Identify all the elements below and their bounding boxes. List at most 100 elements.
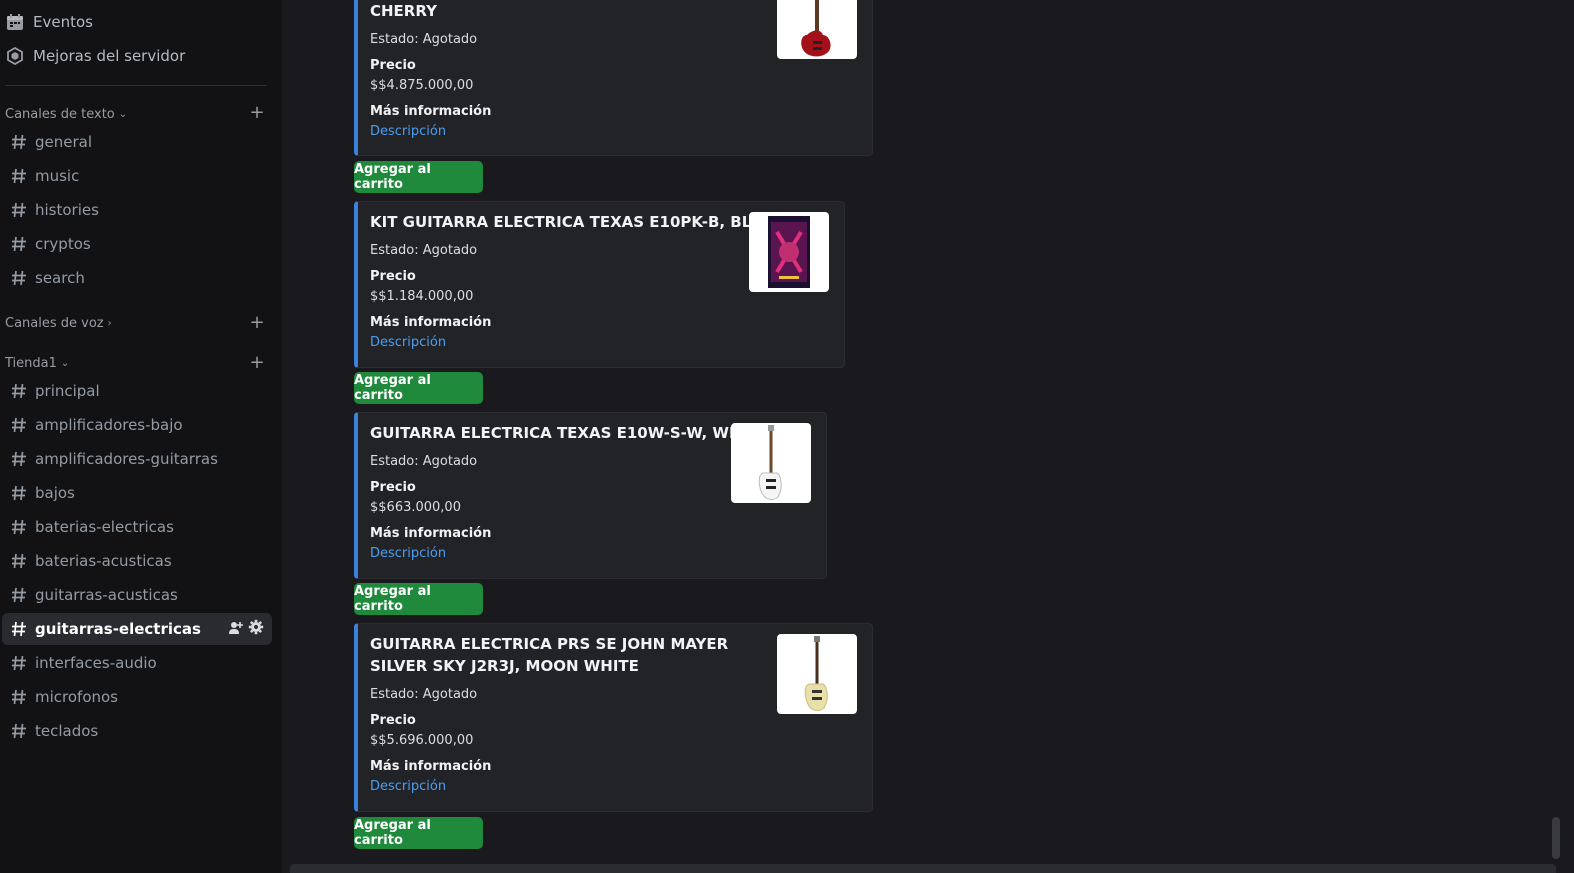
price-value: $$5.696.000,00 — [370, 733, 474, 748]
channel-name: baterias-acusticas — [35, 552, 172, 570]
description-link[interactable]: Descripción — [370, 335, 446, 350]
sidebar-item-eventos[interactable]: Eventos — [5, 7, 93, 37]
text-channel-icon — [6, 587, 32, 603]
more-info-label: Más información — [370, 104, 492, 119]
text-channel-icon — [6, 621, 32, 637]
price-label: Precio — [370, 480, 416, 495]
price-label: Precio — [370, 269, 416, 284]
sidebar-item-guitarras-acusticas[interactable]: guitarras-acusticas — [2, 579, 272, 611]
text-channel-icon — [6, 689, 32, 705]
text-channel-icon — [6, 134, 32, 150]
sidebar-item-microfonos[interactable]: microfonos — [2, 681, 272, 713]
add-to-cart-button[interactable]: Agregar al carrito — [354, 161, 483, 193]
product-title: CHERRY — [370, 2, 437, 20]
channel-sidebar: Eventos Mejoras del servidor Canales de … — [0, 0, 282, 873]
category-label: Canales de texto — [5, 106, 115, 122]
product-title: GUITARRA ELECTRICA PRS SE JOHN MAYER SIL… — [370, 635, 729, 675]
add-to-cart-button[interactable]: Agregar al carrito — [354, 583, 483, 615]
sidebar-item-interfaces-audio[interactable]: interfaces-audio — [2, 647, 272, 679]
price-label: Precio — [370, 713, 416, 728]
channel-name: guitarras-acusticas — [35, 586, 178, 604]
product-title: GUITARRA ELECTRICA TEXAS E10W-S-W, WHITE — [370, 424, 768, 442]
message-input-edge — [290, 864, 1556, 873]
channel-name: principal — [35, 382, 100, 400]
more-info-label: Más información — [370, 759, 492, 774]
category-canales-de-voz[interactable]: Canales de voz › — [5, 314, 112, 332]
text-channel-icon — [6, 383, 32, 399]
category-canales-de-texto[interactable]: Canales de texto ⌄ — [5, 105, 127, 123]
price-value: $$663.000,00 — [370, 500, 461, 515]
sidebar-item-label: Mejoras del servidor — [33, 47, 186, 65]
text-channel-icon — [6, 519, 32, 535]
price-label: Precio — [370, 58, 416, 73]
product-embed: CHERRY Estado: Agotado Precio $$4.875.00… — [354, 0, 873, 156]
red-guitar-image[interactable] — [777, 0, 857, 59]
text-channel-icon — [6, 723, 32, 739]
price-value: $$4.875.000,00 — [370, 78, 474, 93]
add-channel-icon[interactable]: + — [248, 104, 266, 122]
channel-name: amplificadores-guitarras — [35, 450, 218, 468]
message-area: CHERRY Estado: Agotado Precio $$4.875.00… — [282, 0, 1574, 873]
channel-name: teclados — [35, 722, 99, 740]
sidebar-item-histories[interactable]: histories — [2, 194, 272, 226]
channel-name: general — [35, 133, 93, 151]
product-status: Estado: Agotado — [370, 243, 478, 258]
category-tienda1[interactable]: Tienda1 ⌄ — [5, 354, 69, 372]
sidebar-item-guitarras-electricas[interactable]: guitarras-electricas — [2, 613, 272, 645]
text-channel-icon — [6, 236, 32, 252]
invite-people-icon[interactable] — [228, 620, 243, 639]
text-channel-icon — [6, 270, 32, 286]
description-link[interactable]: Descripción — [370, 546, 446, 561]
channel-name: microfonos — [35, 688, 118, 706]
sidebar-item-search[interactable]: search — [2, 262, 272, 294]
channel-name: search — [35, 269, 85, 287]
more-info-label: Más información — [370, 315, 492, 330]
channel-name: cryptos — [35, 235, 91, 253]
sidebar-item-cryptos[interactable]: cryptos — [2, 228, 272, 260]
text-channel-icon — [6, 168, 32, 184]
channel-name: music — [35, 167, 80, 185]
add-to-cart-button[interactable]: Agregar al carrito — [354, 817, 483, 849]
description-link[interactable]: Descripción — [370, 124, 446, 139]
product-status: Estado: Agotado — [370, 32, 478, 47]
description-link[interactable]: Descripción — [370, 779, 446, 794]
add-voice-channel-icon[interactable]: + — [248, 314, 266, 332]
category-label: Canales de voz — [5, 315, 104, 331]
sidebar-item-amplificadores-guitarras[interactable]: amplificadores-guitarras — [2, 443, 272, 475]
product-embed: GUITARRA ELECTRICA TEXAS E10W-S-W, WHITE… — [354, 412, 827, 579]
scrollbar-thumb[interactable] — [1552, 817, 1560, 859]
kit-box-image[interactable] — [749, 212, 829, 292]
sidebar-item-bajos[interactable]: bajos — [2, 477, 272, 509]
channel-name: baterias-electricas — [35, 518, 174, 536]
sidebar-item-label: Eventos — [33, 13, 93, 31]
channel-name: bajos — [35, 484, 75, 502]
sidebar-item-mejoras[interactable]: Mejoras del servidor — [5, 41, 185, 71]
text-channel-icon — [6, 417, 32, 433]
add-store-channel-icon[interactable]: + — [248, 354, 266, 372]
sidebar-item-music[interactable]: music — [2, 160, 272, 192]
sidebar-item-amplificadores-bajo[interactable]: amplificadores-bajo — [2, 409, 272, 441]
sidebar-item-general[interactable]: general — [2, 126, 272, 158]
sidebar-item-teclados[interactable]: teclados — [2, 715, 272, 747]
sidebar-item-baterias-acusticas[interactable]: baterias-acusticas — [2, 545, 272, 577]
white-guitar-image[interactable] — [731, 423, 811, 503]
sidebar-item-baterias-electricas[interactable]: baterias-electricas — [2, 511, 272, 543]
product-embed: GUITARRA ELECTRICA PRS SE JOHN MAYER SIL… — [354, 623, 873, 812]
gear-icon[interactable] — [248, 619, 264, 639]
chevron-right-icon: › — [107, 317, 112, 329]
product-status: Estado: Agotado — [370, 454, 478, 469]
chevron-down-icon: ⌄ — [118, 108, 128, 120]
sidebar-item-principal[interactable]: principal — [2, 375, 272, 407]
product-status: Estado: Agotado — [370, 687, 478, 702]
text-channel-icon — [6, 451, 32, 467]
text-channel-icon — [6, 655, 32, 671]
cream-guitar-image[interactable] — [777, 634, 857, 714]
channel-name: guitarras-electricas — [35, 620, 201, 638]
text-channel-icon — [6, 553, 32, 569]
text-channel-icon — [6, 485, 32, 501]
more-info-label: Más información — [370, 526, 492, 541]
add-to-cart-button[interactable]: Agregar al carrito — [354, 372, 483, 404]
text-channel-icon — [6, 202, 32, 218]
price-value: $$1.184.000,00 — [370, 289, 474, 304]
channel-name: histories — [35, 201, 99, 219]
